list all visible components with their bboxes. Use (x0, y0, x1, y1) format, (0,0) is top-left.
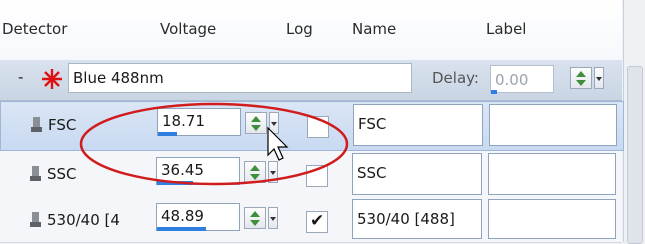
mouse-pointer-icon (267, 126, 289, 161)
annotation-overlay (79, 102, 349, 186)
highlight-circle (79, 102, 349, 186)
